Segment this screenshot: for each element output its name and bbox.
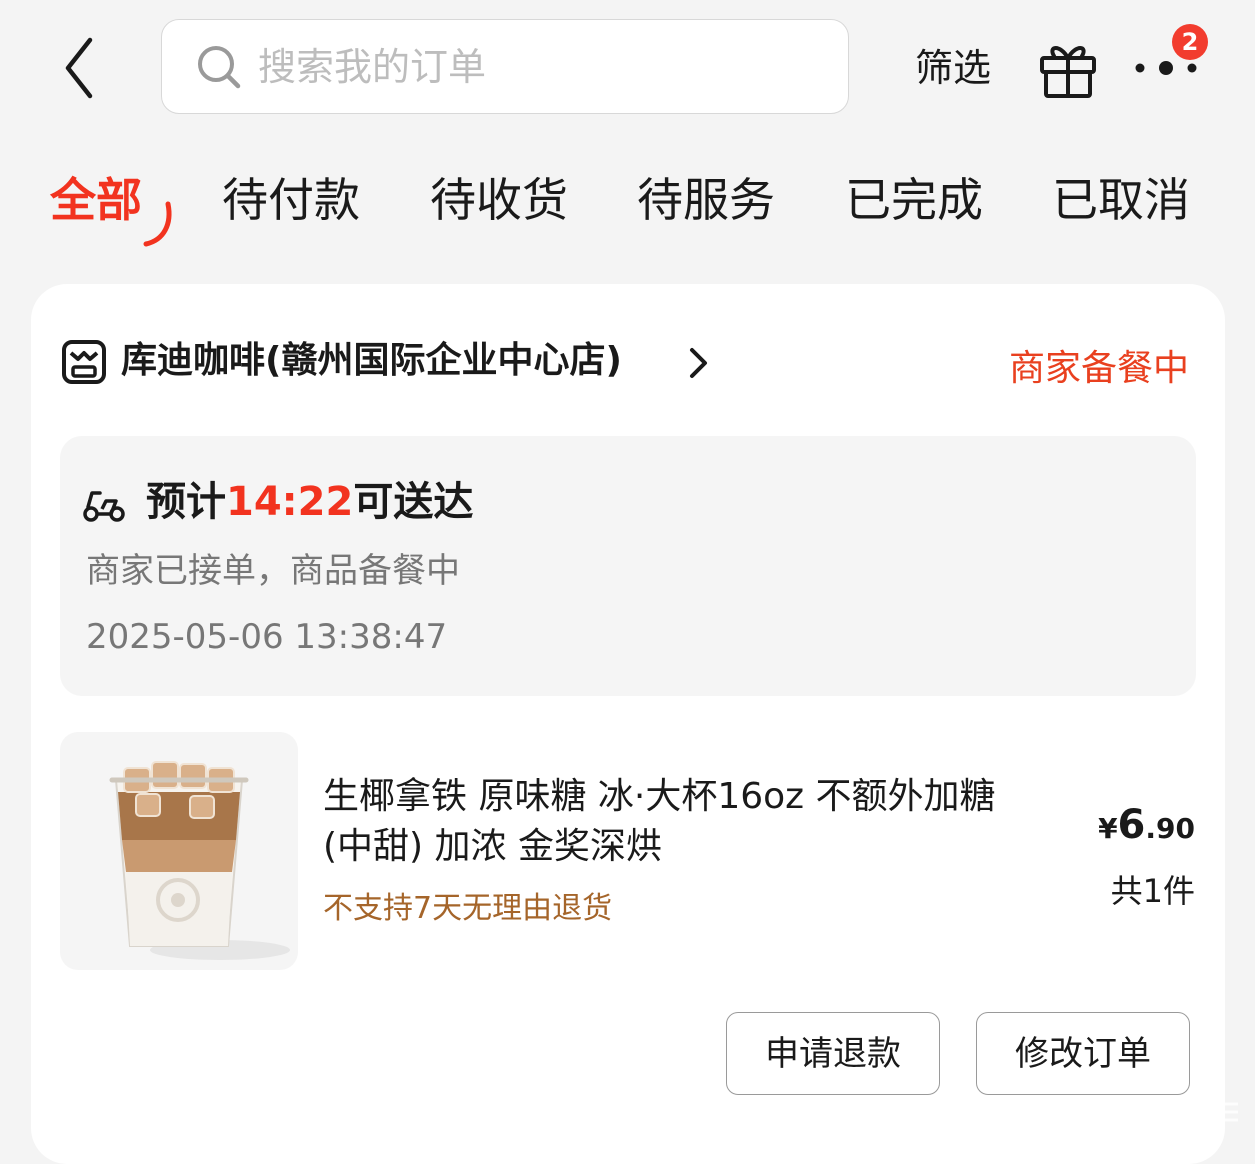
eta-time: 14:22 xyxy=(226,479,354,525)
notification-badge: 2 xyxy=(1172,24,1208,60)
store-name[interactable]: 库迪咖啡(赣州国际企业中心店) xyxy=(121,336,622,386)
search-box[interactable] xyxy=(161,19,849,114)
tab-cancelled[interactable]: 已取消 xyxy=(1052,170,1190,230)
watermark-logo xyxy=(1062,1096,1238,1126)
tab-pending-service[interactable]: 待服务 xyxy=(637,170,775,230)
return-policy-note: 不支持7天无理由退货 xyxy=(323,891,613,926)
order-tabs: 全部 待付款 待收货 待服务 已完成 已取消 xyxy=(0,160,1255,250)
search-input[interactable] xyxy=(258,38,818,96)
tab-pending-receipt[interactable]: 待收货 xyxy=(430,170,568,230)
price-integer: 6 xyxy=(1117,802,1146,848)
eta-text: 预计14:22可送达 xyxy=(146,474,473,530)
order-timestamp: 2025-05-06 13:38:47 xyxy=(86,617,448,657)
gift-icon[interactable] xyxy=(1036,36,1100,100)
top-bar: 筛选 2 xyxy=(0,0,1255,130)
iced-latte-cup-image xyxy=(109,761,290,960)
delivery-info[interactable]: 预计14:22可送达 商家已接单，商品备餐中 2025-05-06 13:38:… xyxy=(60,436,1196,696)
price-currency: ¥ xyxy=(1098,812,1118,845)
tab-pending-payment[interactable]: 待付款 xyxy=(222,170,360,230)
product-quantity: 共1件 xyxy=(1110,872,1195,910)
scooter-icon xyxy=(83,491,125,522)
modify-order-button[interactable]: 修改订单 xyxy=(976,1012,1190,1095)
search-icon xyxy=(198,46,241,89)
order-card[interactable]: 库迪咖啡(赣州国际企业中心店) 商家备餐中 预计14:22可送达 商家已接单，商… xyxy=(31,284,1225,1164)
product-image[interactable] xyxy=(60,732,298,970)
product-price: ¥6.90 xyxy=(1098,802,1195,848)
order-status: 商家备餐中 xyxy=(1008,348,1189,389)
request-refund-button[interactable]: 申请退款 xyxy=(726,1012,940,1095)
active-tab-indicator xyxy=(143,201,172,247)
price-decimal: .90 xyxy=(1145,812,1195,845)
tab-all[interactable]: 全部 xyxy=(50,170,142,230)
store-icon xyxy=(62,340,106,384)
chevron-right-icon[interactable] xyxy=(686,346,710,380)
back-arrow-icon[interactable] xyxy=(58,34,102,102)
filter-button[interactable]: 筛选 xyxy=(915,40,991,96)
product-name[interactable]: 生椰拿铁 原味糖 冰·大杯16oz 不额外加糖(中甜) 加浓 金奖深烘 xyxy=(323,772,1043,872)
tab-completed[interactable]: 已完成 xyxy=(845,170,983,230)
status-description: 商家已接单，商品备餐中 xyxy=(86,551,460,591)
eta-prefix: 预计 xyxy=(146,479,226,525)
eta-suffix: 可送达 xyxy=(353,479,474,525)
